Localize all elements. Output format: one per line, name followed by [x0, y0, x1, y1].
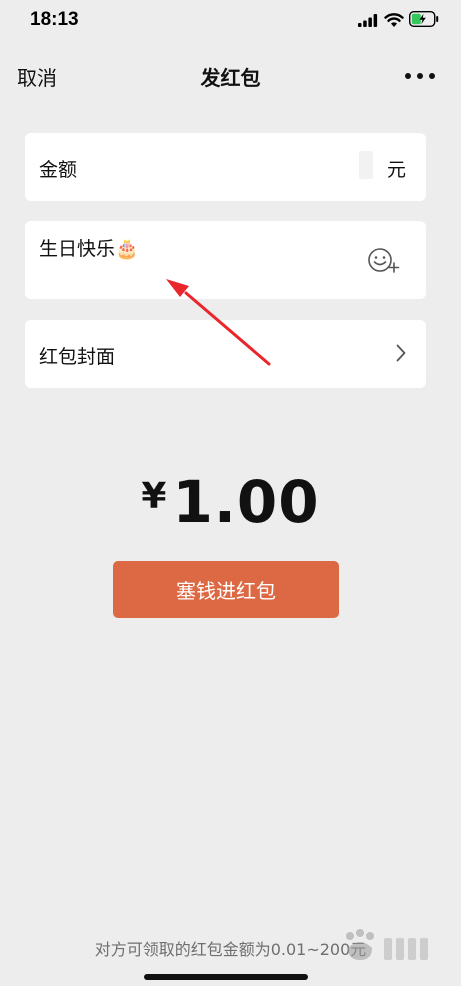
amount-unit: 元: [387, 159, 407, 181]
amount-label: 金额: [39, 159, 78, 181]
more-dot: [429, 73, 435, 79]
send-red-packet-button[interactable]: 塞钱进红包: [113, 561, 339, 618]
battery-icon: [409, 11, 439, 27]
watermark-logo: [346, 929, 428, 960]
more-dot: [417, 73, 423, 79]
amount-value: 1.00: [172, 468, 320, 536]
nav-bar: 取消 发红包: [0, 52, 461, 98]
signal-icon: [358, 14, 378, 27]
red-packet-cover-row[interactable]: 红包封面: [25, 320, 426, 388]
more-horizontal-icon[interactable]: [405, 72, 435, 80]
amount-card: 金额 元: [25, 133, 426, 201]
currency-symbol: ¥: [141, 476, 167, 517]
amount-input[interactable]: [359, 151, 373, 179]
greeting-card[interactable]: 生日快乐🎂: [25, 221, 426, 299]
emoji-add-icon[interactable]: [367, 247, 401, 275]
home-indicator: [144, 974, 308, 980]
cover-label: 红包封面: [39, 346, 116, 368]
total-amount: ¥1.00: [0, 468, 461, 536]
more-dot: [405, 73, 411, 79]
greeting-input[interactable]: 生日快乐🎂: [39, 234, 139, 261]
wifi-icon: [384, 13, 404, 27]
status-bar: 18:13: [0, 0, 461, 44]
page-title: 发红包: [200, 66, 261, 90]
status-time: 18:13: [30, 9, 79, 30]
chevron-right-icon: [396, 344, 406, 362]
